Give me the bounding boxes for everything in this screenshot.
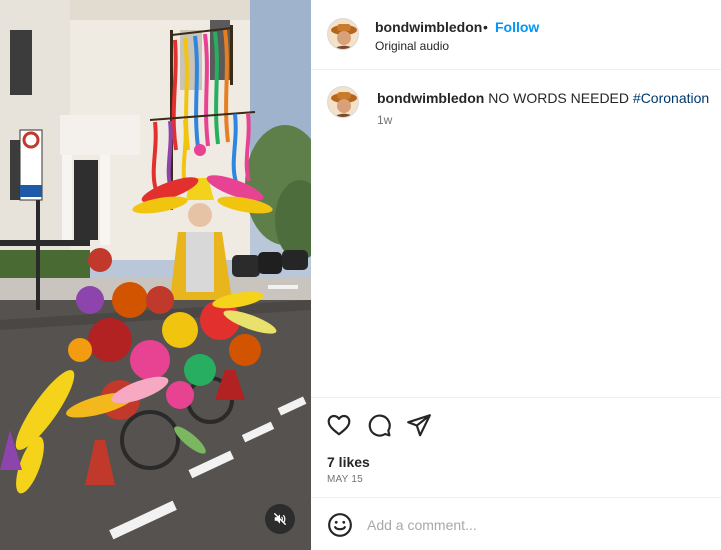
- video-frame: [0, 0, 311, 550]
- likes-count[interactable]: 7 likes: [327, 454, 370, 470]
- author-avatar[interactable]: [327, 18, 359, 50]
- comment-divider: [311, 497, 721, 498]
- post-details-panel: bondwimbledon • Follow Original audio bo…: [311, 0, 721, 550]
- speaker-muted-icon: [274, 513, 286, 525]
- avatar-image: [328, 87, 358, 117]
- like-button[interactable]: [326, 412, 352, 438]
- audio-link[interactable]: Original audio: [375, 39, 449, 53]
- caption-hashtag[interactable]: #Coronation: [633, 90, 709, 106]
- avatar-image: [328, 19, 358, 49]
- caption-timestamp[interactable]: 1w: [377, 113, 392, 127]
- caption-avatar[interactable]: [327, 86, 359, 118]
- send-icon: [407, 414, 431, 437]
- comment-button[interactable]: [366, 412, 392, 438]
- smiley-icon: [328, 513, 352, 537]
- comment-icon: [368, 414, 391, 437]
- post-media-video[interactable]: [0, 0, 311, 550]
- author-username[interactable]: bondwimbledon: [375, 19, 482, 35]
- actions-divider: [311, 397, 721, 398]
- follow-button[interactable]: Follow: [495, 19, 539, 35]
- caption-text: NO WORDS NEEDED: [488, 90, 633, 106]
- emoji-button[interactable]: [327, 512, 353, 538]
- caption-username[interactable]: bondwimbledon: [377, 90, 484, 106]
- post-caption: bondwimbledon NO WORDS NEEDED #Coronatio…: [377, 90, 709, 106]
- share-button[interactable]: [406, 412, 432, 438]
- heart-icon: [327, 414, 351, 436]
- header-divider: [311, 69, 721, 70]
- separator-dot: •: [483, 19, 488, 35]
- mute-toggle-button[interactable]: [265, 504, 295, 534]
- post-date[interactable]: MAY 15: [327, 474, 363, 485]
- comment-input[interactable]: [367, 510, 697, 540]
